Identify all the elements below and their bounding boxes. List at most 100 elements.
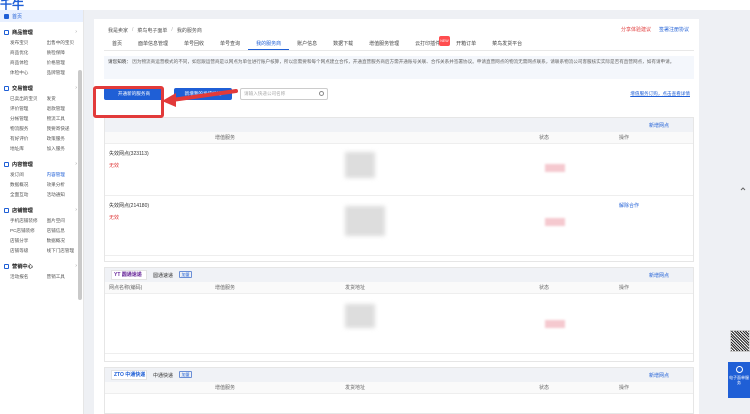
tab-value-added[interactable]: 增值服务管理 — [361, 39, 407, 50]
tab-waybill-info[interactable]: 面单信息管理 — [130, 39, 176, 50]
col-header: 增值服务 — [215, 285, 236, 291]
sidebar-item[interactable]: 发布宝贝 — [10, 40, 47, 46]
terminate-link[interactable]: 解除合作 — [619, 202, 639, 209]
tab-bar: 首页 面单信息管理 单号回收 单号查询 我的服务商 账户信息 数据下载 增值服务… — [104, 36, 694, 51]
section-title: 商品管理 — [12, 29, 33, 36]
tab-download[interactable]: 数据下载 — [325, 39, 361, 50]
chevron-right-icon: › — [75, 29, 77, 35]
col-header: 发货地址 — [345, 285, 366, 291]
sidebar-item[interactable]: 体检中心 — [10, 70, 47, 76]
blurred-region — [545, 218, 565, 226]
sidebar-section-goods: 商品管理 › 发布宝贝 出售中的宝贝 商品优化 质检保障 商品体检 价格管理 体… — [0, 26, 83, 78]
tab-home[interactable]: 首页 — [104, 39, 130, 50]
branch-status: 无效 — [109, 163, 120, 169]
search-placeholder: 请输入快递公司名称 — [244, 91, 286, 96]
sidebar-item[interactable]: 全面互动 — [10, 192, 47, 198]
sidebar-head-content[interactable]: 内容管理 › — [0, 158, 83, 170]
sidebar-item[interactable]: 店铺等级 — [10, 248, 47, 254]
provider-logo: YT 圆通速递 — [111, 270, 147, 280]
sidebar-item[interactable]: 质检保障 — [47, 50, 84, 56]
service-widget[interactable]: 电子面单服务 — [728, 362, 750, 398]
trade-icon — [4, 85, 9, 91]
blurred-region — [545, 320, 565, 328]
sidebar-item[interactable]: 地址库 — [10, 146, 47, 152]
agreement-link[interactable]: 签署注册协议 — [659, 26, 689, 33]
branch-name: 失效网点(214180) — [109, 203, 150, 209]
tab-my-providers[interactable]: 我的服务商 — [248, 39, 290, 50]
sidebar-item[interactable]: 出售中的宝贝 — [47, 40, 84, 46]
col-header: 状态 — [539, 385, 550, 391]
sidebar-item[interactable]: 发订阅 — [10, 172, 47, 178]
sidebar-item[interactable]: 手机店铺装修 — [10, 218, 47, 224]
blurred-region — [345, 304, 375, 328]
provider-block: 新增网点 增值服务 状态 操作 失效网点(323113) 无效 失效网点(214… — [104, 117, 694, 262]
add-branch-link[interactable]: 新增网点 — [649, 372, 669, 379]
tab-account[interactable]: 账户信息 — [289, 39, 325, 50]
chevron-right-icon: › — [75, 85, 77, 91]
provider-name: 圆通速递 — [153, 273, 174, 279]
add-branch-link[interactable]: 新增网点 — [649, 272, 669, 279]
sidebar-head-trade[interactable]: 交易管理 › — [0, 82, 83, 94]
sidebar-scrollbar[interactable] — [78, 70, 82, 300]
blurred-region — [345, 152, 375, 178]
breadcrumb-item[interactable]: 我是卖家 — [108, 27, 128, 34]
sidebar-item-home[interactable]: 首页 — [0, 10, 83, 22]
value-added-link[interactable]: 增值服务订购，点击查看详情 — [630, 91, 690, 97]
section-title: 营销中心 — [12, 263, 33, 270]
sidebar-item[interactable]: 已卖出的宝贝 — [10, 96, 47, 102]
headset-icon — [735, 366, 743, 373]
col-header: 发货地址 — [345, 385, 366, 391]
col-header: 操作 — [619, 135, 630, 141]
home-icon — [4, 13, 9, 19]
collapse-icon[interactable] — [740, 186, 746, 192]
tab-query[interactable]: 单号查询 — [212, 39, 248, 50]
breadcrumb-separator: / — [132, 27, 134, 33]
col-header: 操作 — [619, 285, 630, 291]
provider-tag: 加盟 — [179, 271, 192, 278]
sidebar-head-marketing[interactable]: 营销中心 › — [0, 260, 83, 272]
chevron-right-icon: › — [75, 263, 77, 269]
col-header: 状态 — [539, 285, 550, 291]
sidebar-item[interactable]: 商品优化 — [10, 50, 47, 56]
blurred-region — [545, 164, 565, 172]
sidebar-section-content: 内容管理 › 发订阅 内容管理 数据概况 效果分析 全面互动 活动通知 — [0, 158, 83, 200]
sidebar-section-marketing: 营销中心 › 活动报名 营销工具 — [0, 260, 83, 282]
tab-unbox-orders[interactable]: 开箱订单 — [448, 39, 484, 50]
sidebar-head-shop[interactable]: 店铺管理 › — [0, 204, 83, 216]
tab-cloud-print[interactable]: 云打印插件 NEW — [407, 36, 451, 50]
provider-block-header: YT 圆通速递 圆通速递 加盟 新增网点 — [105, 268, 693, 282]
tab-shipping-platform[interactable]: 菜鸟发货平台 — [484, 39, 530, 50]
add-branch-link[interactable]: 新增网点 — [649, 122, 669, 129]
search-input[interactable]: 请输入快递公司名称 — [240, 88, 328, 100]
top-links: 分享体验建议 签署注册协议 — [621, 26, 689, 33]
sidebar-item[interactable]: 数据概况 — [10, 182, 47, 188]
breadcrumb-item[interactable]: 菜鸟电子面单 — [137, 27, 167, 34]
notice-box: 请您知晓： 因为物流商运营模式的不同，如您跟运营商是以网点为单位进行账户核算，所… — [104, 56, 694, 79]
table-row: 失效网点(214180) 无效 解除合作 — [105, 196, 693, 256]
sidebar-item[interactable]: PC店铺装修 — [10, 228, 47, 234]
sidebar-item[interactable]: 分帐管理 — [10, 116, 47, 122]
feedback-link[interactable]: 分享体验建议 — [621, 26, 651, 33]
sidebar-item[interactable]: 有好评价 — [10, 136, 47, 142]
sidebar-item[interactable]: 物流服务 — [10, 126, 47, 132]
service-label: 电子面单服务 — [729, 375, 749, 385]
breadcrumb-item: 我的服务商 — [176, 28, 202, 34]
app-bar: 千牛 — [0, 0, 750, 12]
table-header: 网点名称(编码) 增值服务 发货地址 状态 操作 — [105, 282, 693, 294]
provider-block: ZTO 中通快递 中通快递 加盟 新增网点 增值服务 发货地址 状态 操作 — [104, 367, 694, 414]
sidebar-item[interactable]: 活动报名 — [10, 274, 47, 280]
sidebar-item[interactable]: 评价管理 — [10, 106, 47, 112]
tab-recycle[interactable]: 单号回收 — [176, 39, 212, 50]
content-icon — [4, 161, 9, 167]
highlight-annotation-box — [93, 86, 164, 118]
sidebar-item[interactable]: 价格管理 — [47, 60, 84, 66]
chevron-right-icon: › — [75, 161, 77, 167]
table-row — [105, 294, 693, 354]
provider-name: 中通快递 — [153, 373, 174, 379]
search-icon — [319, 91, 324, 96]
blurred-region — [345, 206, 385, 236]
sidebar-item[interactable]: 店铺分享 — [10, 238, 47, 244]
table-row: 失效网点(323113) 无效 — [105, 144, 693, 196]
sidebar-item[interactable]: 商品体检 — [10, 60, 47, 66]
sidebar-head-goods[interactable]: 商品管理 › — [0, 26, 83, 38]
